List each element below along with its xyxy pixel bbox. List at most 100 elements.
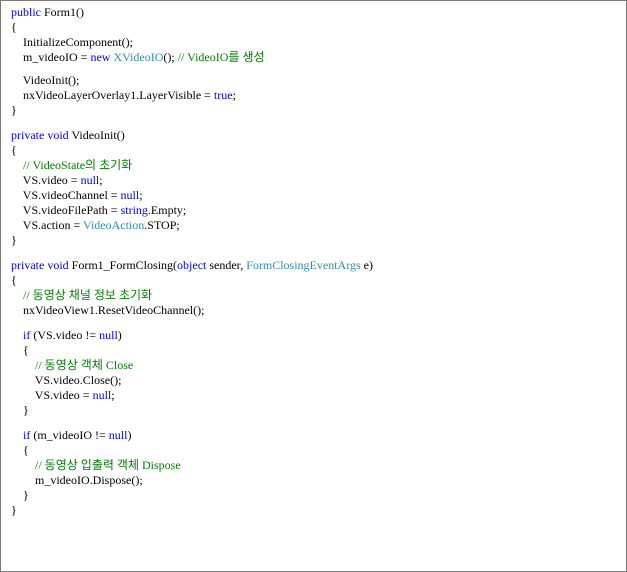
code-line: m_videoIO.Dispose(); — [11, 473, 626, 488]
code-line: nxVideoView1.ResetVideoChannel(); — [11, 303, 626, 318]
code-token-keyword: private — [11, 258, 45, 272]
code-line: { — [11, 20, 626, 35]
code-line: if (m_videoIO != null) — [11, 428, 626, 443]
code-token-type: VideoAction — [83, 218, 145, 232]
code-token: ; — [111, 388, 115, 402]
code-line: // VideoState의 초기화 — [11, 158, 626, 173]
code-token: ) — [117, 328, 122, 342]
code-token: VS.video = — [11, 173, 81, 187]
code-line: VS.video = null; — [11, 388, 626, 403]
code-line: { — [11, 443, 626, 458]
code-token: VS.action = — [11, 218, 83, 232]
code-token: nxVideoLayerOverlay1.LayerVisible = — [11, 88, 214, 102]
code-token: (m_videoIO != — [30, 428, 109, 442]
code-token: { — [11, 443, 29, 457]
code-lines: public Form1(){ InitializeComponent(); m… — [11, 5, 626, 518]
code-token: { — [11, 20, 17, 34]
code-line: // 동영상 채널 정보 초기화 — [11, 288, 626, 303]
code-token-type: XVideoIO — [113, 50, 164, 64]
code-token: .Empty; — [147, 203, 187, 217]
code-token: Form1() — [41, 5, 84, 19]
code-token-keyword: object — [177, 258, 207, 272]
code-token-comment: // VideoIO를 생성 — [177, 50, 265, 64]
code-token: m_videoIO = — [11, 50, 91, 64]
code-token-comment: // 동영상 입출력 객체 Dispose — [35, 458, 181, 472]
code-token: ) — [127, 428, 132, 442]
code-token: { — [11, 343, 29, 357]
code-line: VS.video = null; — [11, 173, 626, 188]
code-token: ; — [232, 88, 236, 102]
code-line: VS.videoChannel = null; — [11, 188, 626, 203]
code-token-keyword: new — [90, 50, 111, 64]
code-token: sender, — [206, 258, 247, 272]
code-token: { — [11, 273, 17, 287]
code-token-type: FormClosingEventArgs — [246, 258, 361, 272]
code-panel: public Form1(){ InitializeComponent(); m… — [0, 0, 627, 572]
code-line: } — [11, 233, 626, 248]
code-line: private void VideoInit() — [11, 128, 626, 143]
code-token-keyword: string — [120, 203, 148, 217]
code-token: } — [11, 488, 29, 502]
code-token: .STOP; — [144, 218, 180, 232]
code-token: } — [11, 403, 29, 417]
code-token-keyword: null — [120, 188, 140, 202]
code-line: nxVideoLayerOverlay1.LayerVisible = true… — [11, 88, 626, 103]
code-token-keyword: private — [11, 128, 45, 142]
code-token: } — [11, 103, 17, 117]
code-token-comment: // 동영상 채널 정보 초기화 — [23, 288, 153, 302]
code-line: { — [11, 143, 626, 158]
code-token: nxVideoView1.ResetVideoChannel(); — [11, 303, 205, 317]
code-token: VideoInit() — [68, 128, 125, 142]
code-token: } — [11, 233, 17, 247]
code-token: VS.video = — [11, 388, 93, 402]
code-token: ; — [99, 173, 103, 187]
code-token-keyword: null — [99, 328, 118, 342]
code-line: { — [11, 273, 626, 288]
code-token: { — [11, 143, 17, 157]
code-token: (VS.video != — [30, 328, 100, 342]
code-token: } — [11, 503, 17, 517]
code-token: VS.videoChannel = — [11, 188, 121, 202]
code-token-keyword: null — [92, 388, 112, 402]
code-token-keyword: null — [108, 428, 128, 442]
code-token-keyword: null — [80, 173, 100, 187]
code-token-keyword: public — [11, 5, 41, 19]
code-token: VS.videoFilePath = — [11, 203, 121, 217]
code-line: // 동영상 입출력 객체 Dispose — [11, 458, 626, 473]
code-line: VS.action = VideoAction.STOP; — [11, 218, 626, 233]
code-line: InitializeComponent(); — [11, 35, 626, 50]
code-line: VS.videoFilePath = string.Empty; — [11, 203, 626, 218]
code-token: ; — [139, 188, 143, 202]
code-line: VideoInit(); — [11, 73, 626, 88]
code-token-keyword: void — [47, 258, 69, 272]
code-token: m_videoIO.Dispose(); — [11, 473, 143, 487]
code-token: VideoInit(); — [11, 73, 80, 87]
code-token: Form1_FormClosing( — [68, 258, 178, 272]
code-line: } — [11, 403, 626, 418]
code-line: } — [11, 103, 626, 118]
code-token-comment: // VideoState의 초기화 — [23, 158, 133, 172]
code-token-keyword: true — [213, 88, 233, 102]
code-line: private void Form1_FormClosing(object se… — [11, 258, 626, 273]
code-token-keyword: void — [47, 128, 69, 142]
code-token: VS.video.Close(); — [11, 373, 122, 387]
code-line: } — [11, 503, 626, 518]
code-token-comment: // 동영상 객체 Close — [35, 358, 134, 372]
code-line: public Form1() — [11, 5, 626, 20]
code-token: InitializeComponent(); — [11, 35, 133, 49]
code-token: e) — [360, 258, 373, 272]
code-token: (); — [163, 50, 178, 64]
code-line: // 동영상 객체 Close — [11, 358, 626, 373]
code-line: if (VS.video != null) — [11, 328, 626, 343]
